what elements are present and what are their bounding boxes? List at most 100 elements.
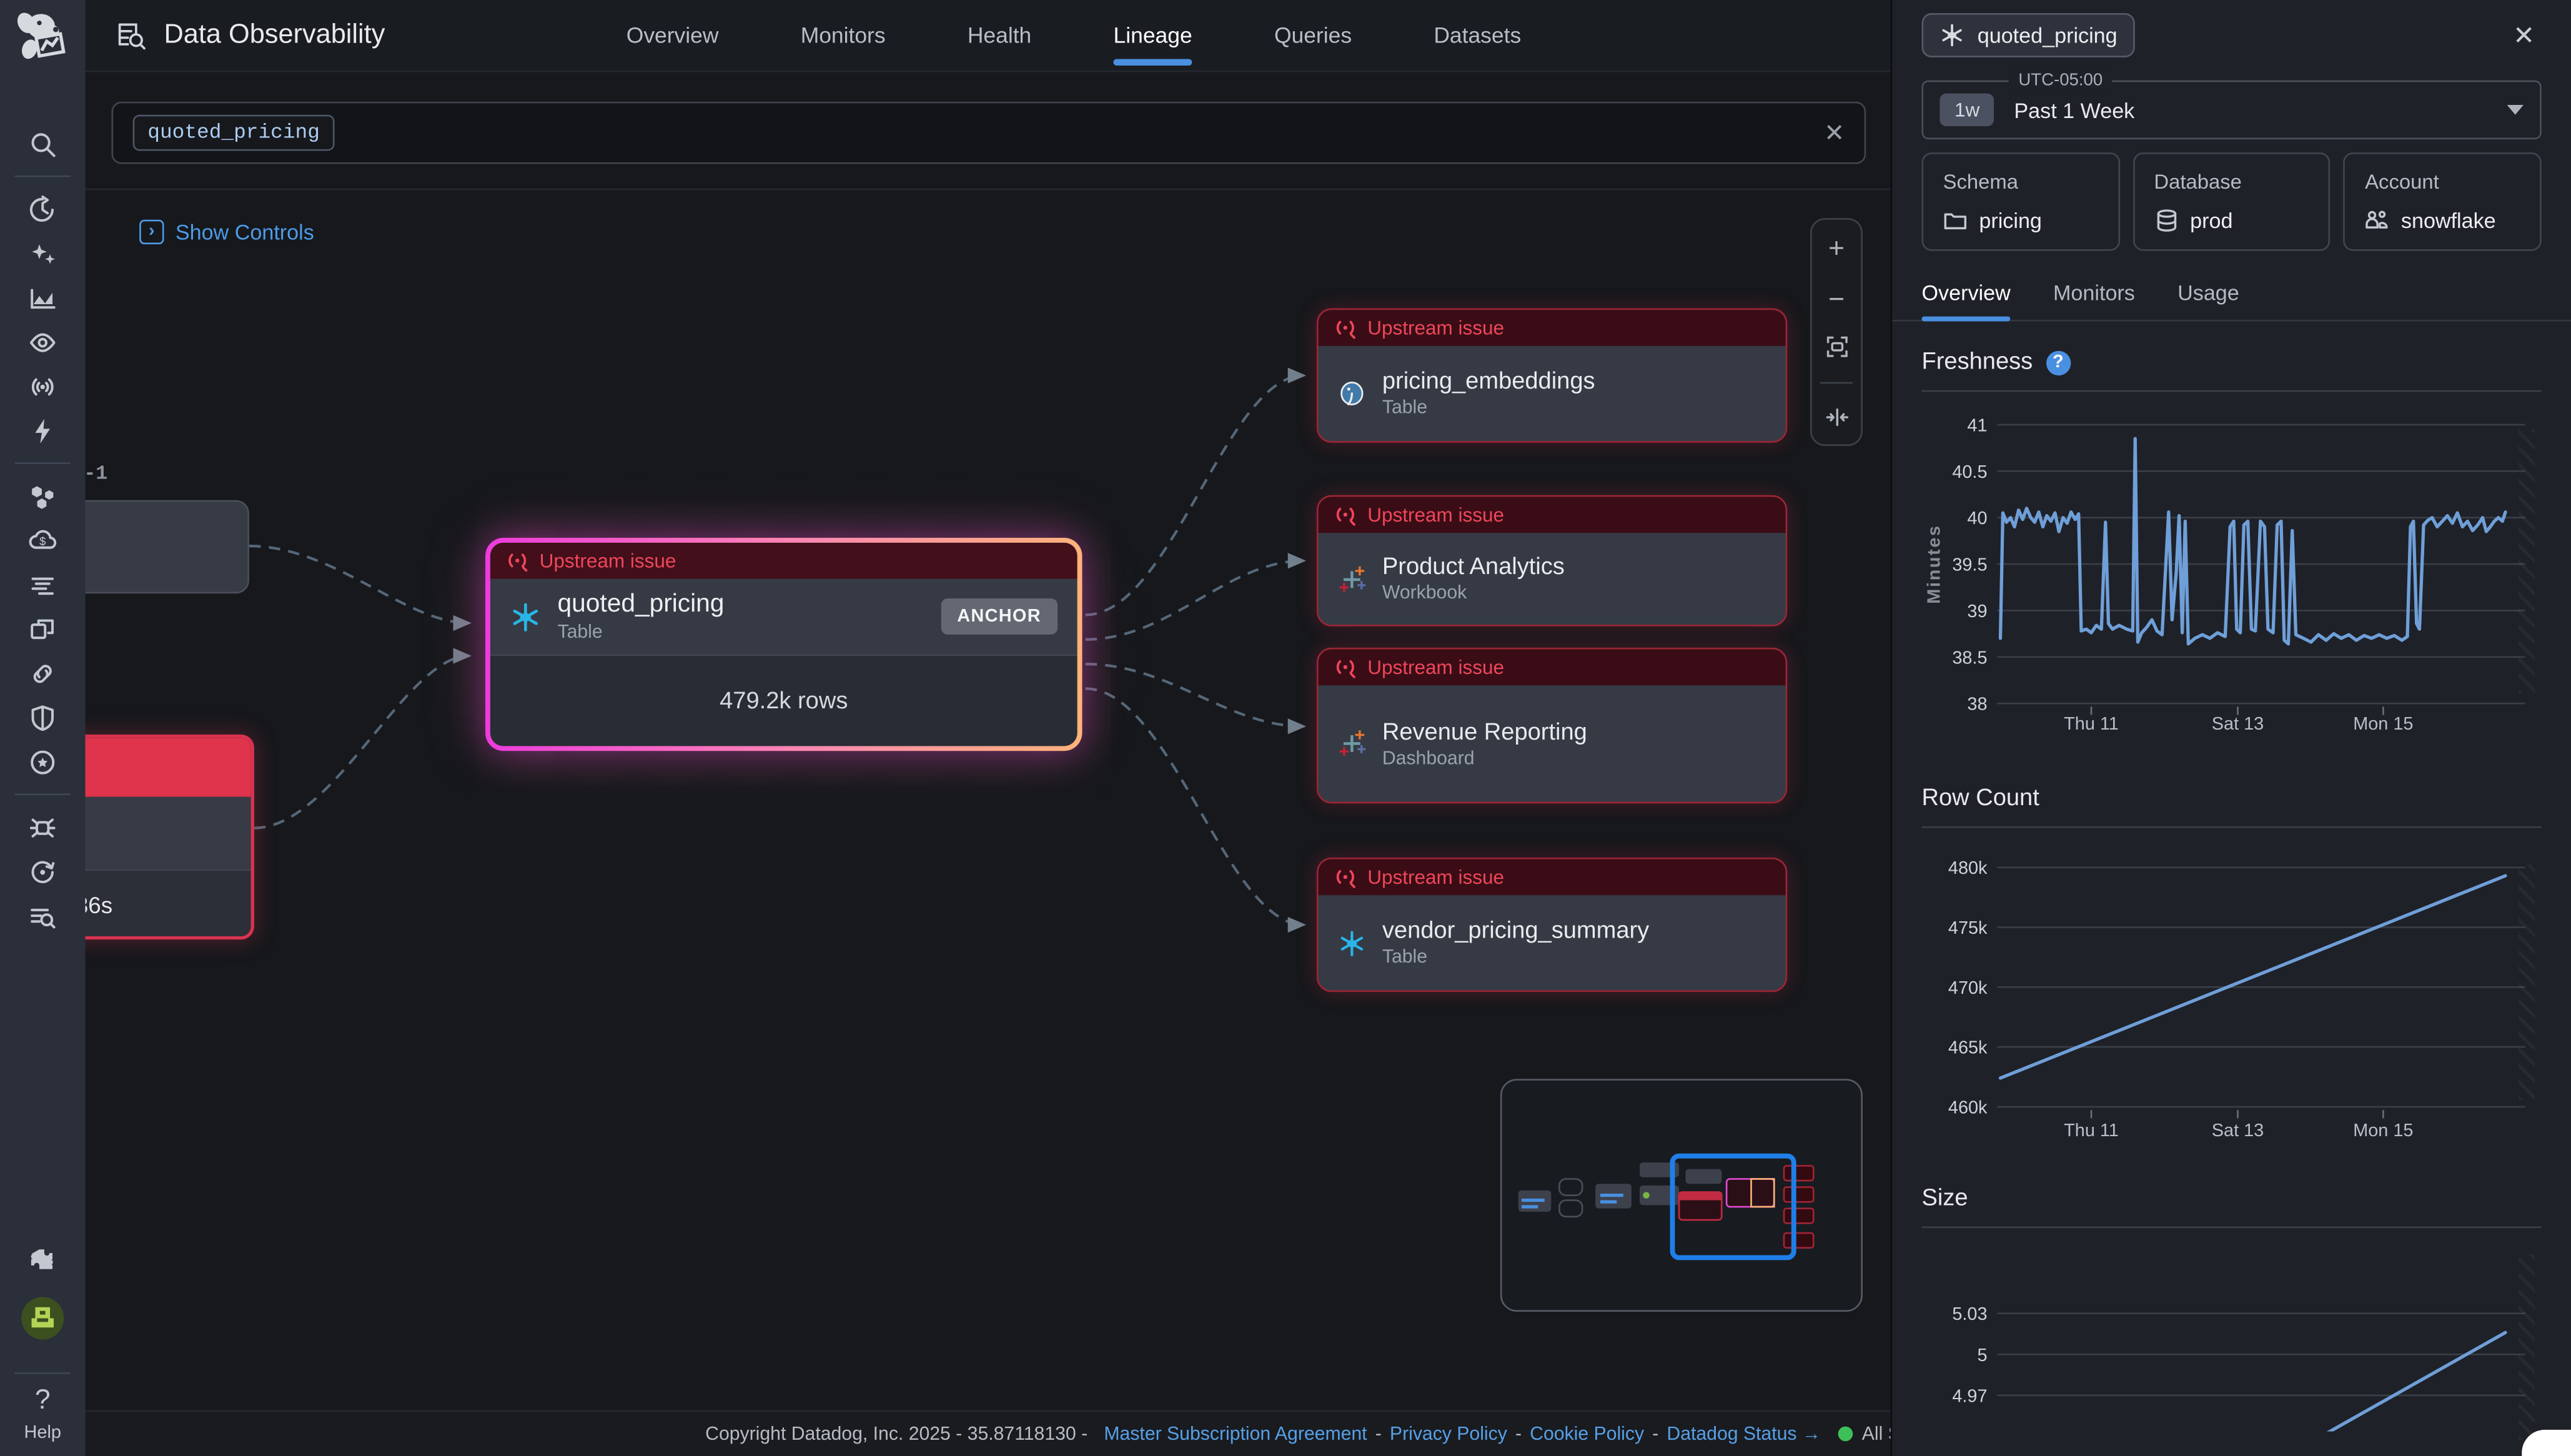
data-streams-icon[interactable] (13, 364, 72, 409)
row-count-chart: 460k465k470k475k480kThu 11Sat 13Mon 15 (1922, 838, 2542, 1157)
details-side-panel: quoted_pricing ✕ UTC-05:00 1w Past 1 Wee… (1891, 0, 2571, 1456)
tableau-icon (1338, 565, 1366, 593)
zoom-in-button[interactable]: + (1812, 234, 1861, 262)
clear-search-icon[interactable]: ✕ (1824, 118, 1845, 147)
integrations-icon[interactable] (13, 1236, 72, 1280)
svg-text:Mon 15: Mon 15 (2353, 1121, 2413, 1141)
metrics-icon[interactable] (13, 275, 72, 320)
search-icon[interactable] (13, 121, 72, 166)
node-vendor-pricing-summary[interactable]: Upstream issue vendor_pricing_summary Ta… (1317, 858, 1787, 992)
issue-label: Upstream issue (1367, 656, 1504, 679)
apm-icon[interactable] (13, 651, 72, 695)
user-avatar[interactable] (21, 1297, 64, 1339)
data-observability-icon (115, 19, 148, 52)
sidebar-divider (15, 462, 71, 464)
tab-queries[interactable]: Queries (1274, 0, 1352, 71)
dashboards-icon[interactable] (13, 607, 72, 651)
link-datadog-status[interactable]: Datadog Status → (1667, 1424, 1821, 1444)
fit-to-screen-button[interactable] (1812, 335, 1861, 359)
minimap[interactable] (1500, 1079, 1863, 1312)
svg-text:$: $ (39, 534, 46, 547)
time-range-selector[interactable]: UTC-05:00 1w Past 1 Week (1922, 81, 2542, 140)
infrastructure-icon[interactable] (13, 474, 72, 518)
datadog-app: $ (0, 0, 2571, 1456)
datadog-dog-glyph (10, 7, 76, 72)
app-title-group: Data Observability (115, 19, 385, 52)
freshness-help-icon[interactable]: ? (2046, 350, 2070, 374)
svg-text:39.5: 39.5 (1952, 555, 1987, 575)
issue-label: Upstream issue (1367, 866, 1504, 889)
datadog-logo-icon[interactable] (10, 3, 76, 76)
anchor-node-quoted-pricing[interactable]: Upstream issue quoted_pricing Table ANCH… (485, 538, 1082, 751)
history-icon[interactable] (13, 187, 72, 231)
upstream-node-partial[interactable] (86, 500, 250, 594)
close-panel-icon[interactable]: ✕ (2513, 19, 2535, 52)
dataset-chip-label: quoted_pricing (1978, 23, 2118, 47)
dataset-chip[interactable]: quoted_pricing (1922, 13, 2136, 57)
upstream-issue-node-partial[interactable]: vg: 50.36s (86, 735, 254, 939)
software-delivery-glyph (28, 857, 57, 886)
size-chart: 4.9755.03 (1922, 1238, 2542, 1440)
svg-text:38: 38 (1967, 695, 1987, 715)
ai-sparkles-icon[interactable] (13, 231, 72, 275)
node-type: Table (1382, 399, 1595, 418)
watchdog-icon[interactable] (13, 320, 72, 364)
svg-text:41: 41 (1967, 415, 1987, 435)
tableau-icon (1338, 730, 1366, 758)
svg-text:5.03: 5.03 (1952, 1304, 1987, 1324)
lineage-search-input[interactable]: quoted_pricing ✕ (112, 102, 1866, 164)
node-revenue-reporting[interactable]: Upstream issue Revenue Reporting Dashboa… (1317, 648, 1787, 803)
link-privacy-policy[interactable]: Privacy Policy (1390, 1424, 1507, 1444)
help-icon: ? (35, 1384, 51, 1417)
postgres-icon (1338, 380, 1366, 408)
security-icon[interactable] (13, 695, 72, 740)
collapse-button[interactable] (1812, 405, 1861, 429)
service-management-icon[interactable] (13, 740, 72, 784)
fit-to-screen-icon (1824, 335, 1848, 359)
tab-monitors[interactable]: Monitors (801, 0, 886, 71)
chart-edge-hatch (2519, 863, 2535, 1100)
panel-tab-monitors[interactable]: Monitors (2053, 280, 2135, 320)
sidebar-divider (15, 794, 71, 796)
panel-tab-usage[interactable]: Usage (2177, 280, 2239, 320)
node-type: Dashboard (1382, 748, 1587, 768)
chart-edge-hatch (2519, 1254, 2535, 1440)
snowflake-icon (1338, 929, 1366, 957)
logs-icon[interactable] (13, 562, 72, 607)
tab-overview[interactable]: Overview (627, 0, 719, 71)
link-master-subscription[interactable]: Master Subscription Agreement (1104, 1424, 1367, 1444)
search-query-tag[interactable]: quoted_pricing (133, 115, 335, 151)
panel-tab-overview[interactable]: Overview (1922, 280, 2011, 320)
tab-health[interactable]: Health (968, 0, 1031, 71)
account-card[interactable]: Account snowflake (2344, 152, 2542, 251)
tab-lineage[interactable]: Lineage (1114, 0, 1192, 71)
tab-datasets[interactable]: Datasets (1434, 0, 1521, 71)
link-cookie-policy[interactable]: Cookie Policy (1530, 1424, 1644, 1444)
logs-glyph (28, 570, 57, 599)
upstream-issue-icon (1335, 656, 1356, 678)
folder-icon (1943, 208, 1968, 232)
cloud-cost-icon[interactable]: $ (13, 518, 72, 563)
show-controls-icon: › (139, 220, 164, 244)
database-card[interactable]: Database prod (2133, 152, 2331, 251)
toolbar-divider (1820, 381, 1853, 383)
events-icon[interactable] (13, 409, 72, 453)
software-delivery-icon[interactable] (13, 849, 72, 894)
help-button[interactable]: ? Help (24, 1384, 61, 1444)
node-product-analytics[interactable]: Upstream issue Product Analytics Workboo… (1317, 495, 1787, 626)
log-search-icon[interactable] (13, 894, 72, 938)
svg-text:5: 5 (1977, 1345, 1987, 1365)
node-footer: vg: 50.36s (86, 869, 251, 939)
error-tracking-icon[interactable] (13, 805, 72, 849)
section-divider (1922, 1227, 2542, 1229)
help-label: Help (24, 1424, 61, 1444)
upstream-issue-icon (1335, 317, 1356, 339)
zoom-out-button[interactable]: − (1812, 284, 1861, 312)
timezone-label: UTC-05:00 (2009, 71, 2113, 91)
show-controls-button[interactable]: › Show Controls (139, 220, 314, 244)
node-pricing-embeddings[interactable]: Upstream issue pricing_embeddings Table (1317, 309, 1787, 443)
schema-card[interactable]: Schema pricing (1922, 152, 2120, 251)
account-label: Account (2365, 171, 2520, 194)
zoom-toolbar: + − (1810, 218, 1863, 446)
database-value: prod (2190, 208, 2232, 232)
